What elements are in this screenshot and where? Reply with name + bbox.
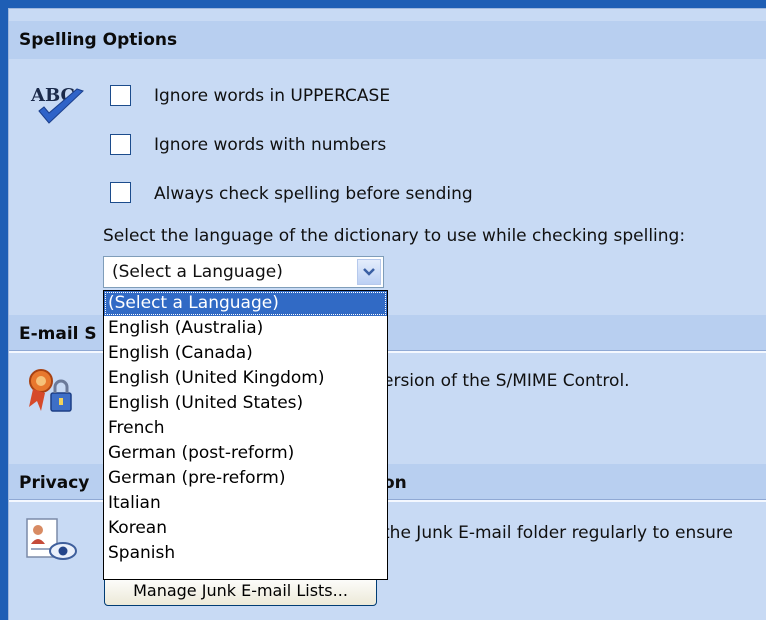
language-option[interactable]: English (Australia) <box>104 316 387 341</box>
user-document-eye-icon <box>23 517 79 565</box>
language-option[interactable]: German (pre-reform) <box>104 466 387 491</box>
ignore-numbers-checkbox[interactable] <box>110 134 131 155</box>
ignore-uppercase-label: Ignore words in UPPERCASE <box>154 86 391 106</box>
language-option[interactable]: Spanish <box>104 541 387 566</box>
language-prompt: Select the language of the dictionary to… <box>103 226 686 246</box>
language-option[interactable]: English (United States) <box>104 391 387 416</box>
abc-checkmark-icon: ABC <box>29 79 89 129</box>
chevron-down-icon[interactable] <box>357 259 381 285</box>
language-option[interactable]: (Select a Language) <box>104 291 387 316</box>
options-panel: Spelling Options ABC Ignore words in UPP… <box>8 8 766 620</box>
language-option[interactable]: Italian <box>104 491 387 516</box>
smime-text: ersion of the S/MIME Control. <box>383 371 630 391</box>
always-check-spelling-label: Always check spelling before sending <box>154 184 473 204</box>
language-select[interactable]: (Select a Language) <box>103 256 384 288</box>
language-option[interactable]: English (Canada) <box>104 341 387 366</box>
junk-email-text: the Junk E-mail folder regularly to ensu… <box>383 523 733 543</box>
certificate-lock-icon <box>23 365 77 419</box>
language-option[interactable]: French <box>104 416 387 441</box>
ignore-numbers-label: Ignore words with numbers <box>154 135 387 155</box>
language-option[interactable]: English (United Kingdom) <box>104 366 387 391</box>
ignore-uppercase-checkbox[interactable] <box>110 85 131 106</box>
language-select-value: (Select a Language) <box>112 262 283 282</box>
always-check-spelling-checkbox[interactable] <box>110 182 131 203</box>
language-option[interactable]: Korean <box>104 516 387 541</box>
spelling-options-header: Spelling Options <box>9 21 766 59</box>
language-option[interactable]: German (post-reform) <box>104 441 387 466</box>
language-dropdown-list[interactable]: (Select a Language) English (Australia) … <box>103 290 388 580</box>
